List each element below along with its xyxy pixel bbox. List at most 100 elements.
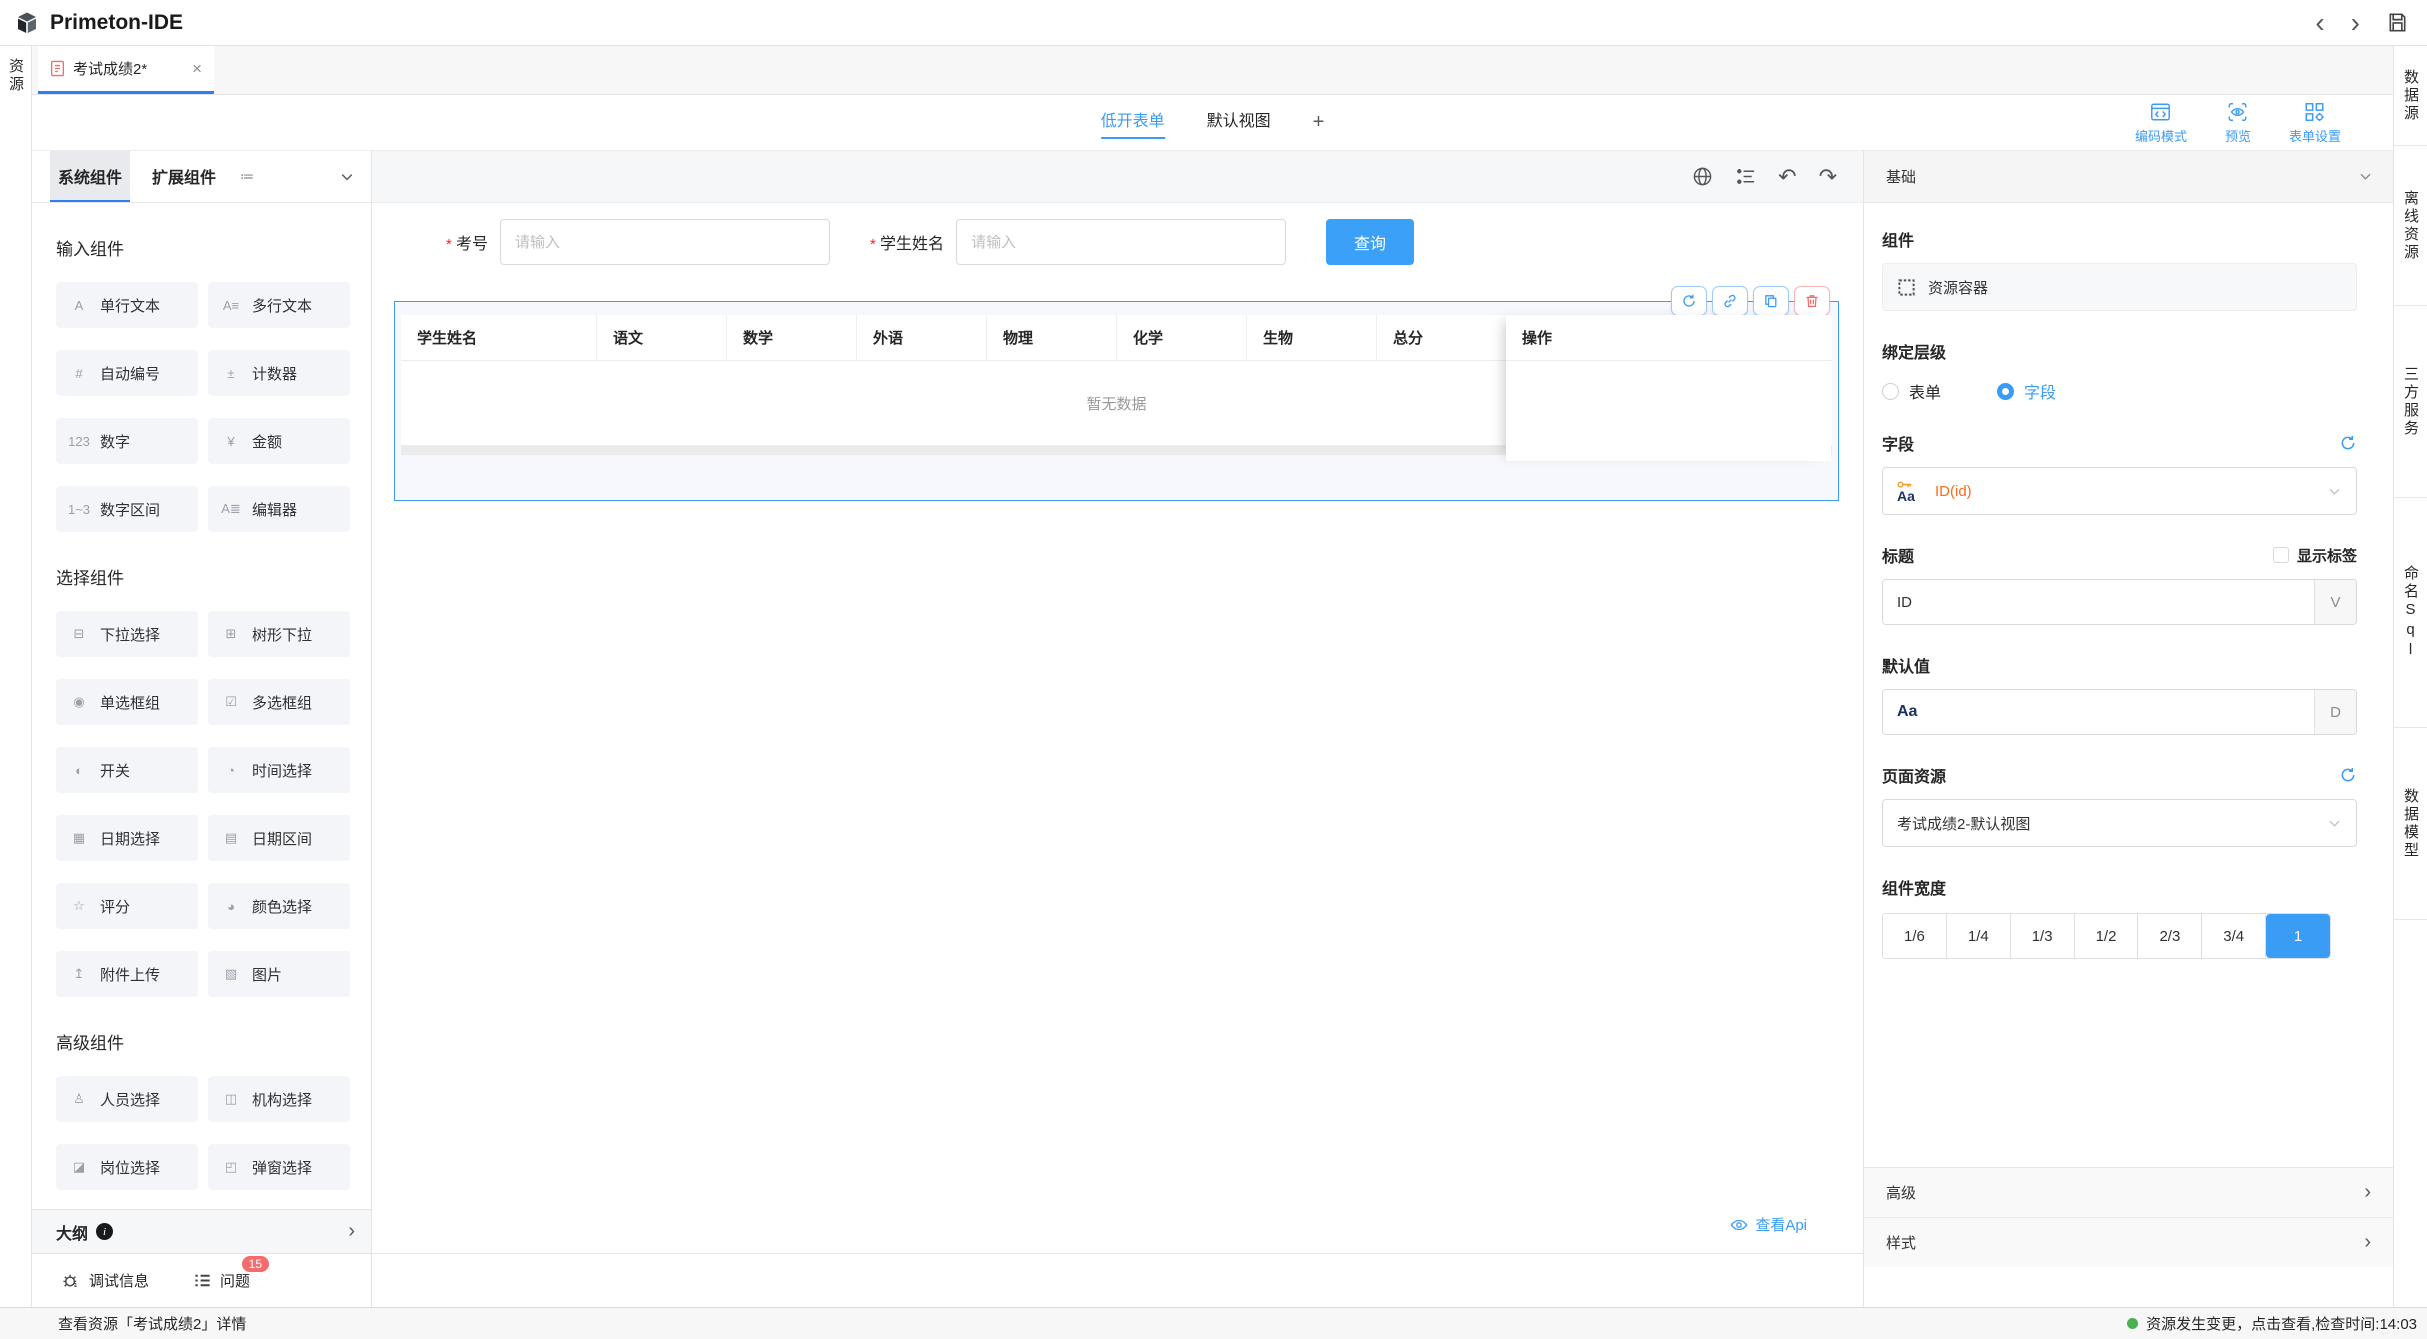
component-item-number[interactable]: 123数字	[56, 418, 198, 464]
chevron-right-icon[interactable]: ›	[348, 1220, 355, 1243]
delete-component-button[interactable]	[1794, 286, 1830, 316]
exam-no-field: * 考号	[446, 219, 830, 265]
width-option[interactable]: 3/4	[2202, 914, 2266, 958]
default-value-group[interactable]: Aa D	[1882, 689, 2357, 735]
component-item-multi-line-text[interactable]: A≡多行文本	[208, 282, 350, 328]
component-item-currency[interactable]: ¥金额	[208, 418, 350, 464]
component-item-select[interactable]: ⊟下拉选择	[56, 611, 198, 657]
show-label-checkbox[interactable]: 显示标签	[2273, 545, 2357, 566]
tab-system-components[interactable]: 系统组件	[50, 151, 130, 202]
globe-icon[interactable]	[1692, 166, 1713, 187]
status-right-text: 资源发生变更，点击查看,检查时间:14:03	[2146, 1313, 2417, 1334]
selected-grid-container[interactable]: 学生姓名 语文 数学 外语 物理 化学 生物 总分 暂无数据	[394, 301, 1839, 501]
tab-lowcode-form[interactable]: 低开表单	[1101, 107, 1165, 139]
outline-row[interactable]: 大纲 i ›	[32, 1209, 371, 1253]
copy-component-button[interactable]	[1753, 286, 1789, 316]
style-section-row[interactable]: 样式 ›	[1864, 1217, 2393, 1267]
width-option[interactable]: 1/6	[1883, 914, 1947, 958]
outline-tree-icon[interactable]	[1735, 166, 1756, 187]
width-option[interactable]: 2/3	[2138, 914, 2202, 958]
refresh-icon	[1681, 293, 1697, 309]
tab-extended-components[interactable]: 扩展组件	[144, 151, 224, 202]
view-api-link[interactable]: 查看Api	[1730, 1214, 1807, 1235]
nav-back-icon[interactable]: ‹	[2315, 9, 2324, 37]
palette-list-icon[interactable]: ≔	[240, 151, 254, 202]
query-button[interactable]: 查询	[1326, 219, 1414, 265]
component-item-switch[interactable]: ◐开关	[56, 747, 198, 793]
page-resource-select[interactable]: 考试成绩2-默认视图	[1882, 799, 2357, 847]
component-item-single-line-text[interactable]: A单行文本	[56, 282, 198, 328]
width-option-selected[interactable]: 1	[2266, 914, 2330, 958]
link-component-button[interactable]	[1712, 286, 1748, 316]
resource-changed-notice[interactable]: 资源发生变更，点击查看,检查时间:14:03	[2127, 1313, 2417, 1334]
width-option[interactable]: 1/3	[2011, 914, 2075, 958]
rail-tab-data-model[interactable]: 数据模型	[2394, 728, 2427, 920]
component-item-color-picker[interactable]: ◕颜色选择	[208, 883, 350, 929]
column-header: 化学	[1117, 315, 1247, 360]
close-tab-icon[interactable]: ×	[192, 59, 202, 79]
document-tab[interactable]: 考试成绩2* ×	[38, 46, 214, 94]
component-item-editor[interactable]: A≣编辑器	[208, 486, 350, 532]
radio-circle-icon	[1997, 383, 2014, 400]
issues-button[interactable]: 问题 15	[193, 1270, 250, 1291]
nav-forward-icon[interactable]: ›	[2351, 9, 2360, 37]
canvas-bottom-strip	[372, 1253, 1863, 1307]
component-item-tree-select[interactable]: ⊞树形下拉	[208, 611, 350, 657]
component-item-popup-select[interactable]: ◰弹窗选择	[208, 1144, 350, 1190]
rail-tab-offline-resources[interactable]: 离线资源	[2394, 146, 2427, 306]
column-header: 总分	[1377, 315, 1507, 360]
debug-info-label: 调试信息	[89, 1270, 149, 1291]
properties-header[interactable]: 基础	[1864, 151, 2393, 203]
refresh-page-resource-icon[interactable]	[2339, 766, 2357, 784]
redo-icon[interactable]: ↷	[1819, 166, 1837, 188]
width-option[interactable]: 1/2	[2075, 914, 2139, 958]
component-item-date-picker[interactable]: ▦日期选择	[56, 815, 198, 861]
color-picker-icon: ◕	[219, 899, 243, 914]
advanced-section-row[interactable]: 高级 ›	[1864, 1167, 2393, 1217]
code-mode-button[interactable]: 编码模式	[2135, 101, 2187, 145]
default-addon-button[interactable]: D	[2314, 690, 2356, 734]
radio-field[interactable]: 字段	[1997, 379, 2056, 403]
mode-actions: 编码模式 预览 表单设置	[2135, 101, 2341, 145]
title-input[interactable]	[1883, 580, 2314, 624]
radio-form[interactable]: 表单	[1882, 379, 1941, 403]
component-item-time-picker[interactable]: ◔时间选择	[208, 747, 350, 793]
preview-label: 预览	[2225, 126, 2251, 145]
component-item-person-select[interactable]: ♙人员选择	[56, 1076, 198, 1122]
component-item-number-range[interactable]: 1~3数字区间	[56, 486, 198, 532]
rail-tab-datasource[interactable]: 数据源	[2394, 46, 2427, 146]
student-name-label: * 学生姓名	[870, 230, 944, 254]
refresh-component-button[interactable]	[1671, 286, 1707, 316]
form-settings-button[interactable]: 表单设置	[2289, 101, 2341, 145]
add-view-button[interactable]: +	[1313, 111, 1325, 134]
rail-tab-resources[interactable]: 资源	[5, 58, 26, 94]
component-item-image[interactable]: ▧图片	[208, 951, 350, 997]
width-option[interactable]: 1/4	[1947, 914, 2011, 958]
save-icon[interactable]	[2386, 11, 2409, 34]
component-item-radio-group[interactable]: ◉单选框组	[56, 679, 198, 725]
student-name-input[interactable]	[956, 219, 1286, 265]
component-item-rating[interactable]: ☆评分	[56, 883, 198, 929]
tab-default-view[interactable]: 默认视图	[1207, 107, 1271, 139]
component-item-checkbox-group[interactable]: ☑多选框组	[208, 679, 350, 725]
field-select[interactable]: Aa ID(id)	[1882, 467, 2357, 515]
undo-icon[interactable]: ↶	[1778, 166, 1796, 188]
debug-info-button[interactable]: 调试信息	[62, 1270, 149, 1291]
component-item-position-select[interactable]: ◪岗位选择	[56, 1144, 198, 1190]
refresh-field-icon[interactable]	[2339, 434, 2357, 452]
title-addon-button[interactable]: V	[2314, 580, 2356, 624]
palette-collapse-button[interactable]	[339, 151, 371, 202]
chevron-down-icon	[2327, 816, 2342, 831]
component-item-date-range[interactable]: ▤日期区间	[208, 815, 350, 861]
component-item-auto-number[interactable]: #自动编号	[56, 350, 198, 396]
tree-select-icon: ⊞	[219, 626, 243, 642]
rail-tab-named-sql[interactable]: 命名Sql	[2394, 498, 2427, 728]
canvas-toolbar: ↶ ↷	[372, 151, 1863, 203]
rail-tab-third-party-services[interactable]: 三方服务	[2394, 306, 2427, 498]
preview-button[interactable]: 预览	[2225, 101, 2251, 145]
component-item-counter[interactable]: ±计数器	[208, 350, 350, 396]
editor-icon: A≣	[219, 501, 243, 517]
component-item-upload[interactable]: ↥附件上传	[56, 951, 198, 997]
component-item-org-select[interactable]: ◫机构选择	[208, 1076, 350, 1122]
exam-no-input[interactable]	[500, 219, 830, 265]
